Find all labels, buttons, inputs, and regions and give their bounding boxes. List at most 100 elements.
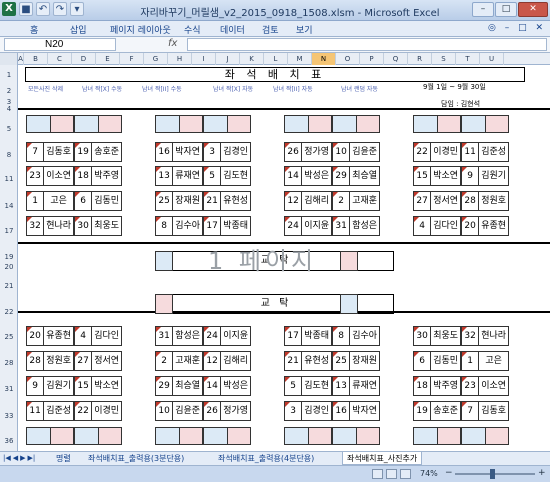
photo-slot[interactable] [26, 115, 74, 133]
photo-slot[interactable] [155, 427, 203, 445]
zoom-level[interactable]: 74% [420, 469, 438, 478]
seat[interactable]: 2 고재훈 [332, 191, 380, 211]
column-header-U[interactable]: U [480, 53, 504, 65]
manual-pair-x-button[interactable]: 남녀 짝[X] 수동 [82, 84, 122, 94]
row-header-36[interactable]: 36 [0, 437, 18, 445]
desk-photo-slot[interactable] [340, 294, 358, 314]
row-header-31[interactable]: 31 [0, 385, 18, 393]
undo-icon[interactable]: ↶ [36, 2, 50, 16]
seat[interactable]: 24 이지윤 [284, 216, 332, 236]
tab-home[interactable]: 홈 [30, 23, 38, 36]
column-header-D[interactable]: D [72, 53, 96, 65]
seat[interactable]: 32 현나라 [26, 216, 74, 236]
seat[interactable]: 27 정서연 [413, 191, 461, 211]
sheet-tab-4col[interactable]: 좌석배치표_출력용(4분단용) [214, 452, 318, 465]
tab-formulas[interactable]: 수식 [184, 23, 201, 36]
seat[interactable]: 11 김준성 [26, 401, 74, 421]
seat[interactable]: 22 이경민 [413, 142, 461, 162]
seat[interactable]: 5 김도현 [284, 376, 332, 396]
row-header-14[interactable]: 14 [0, 202, 18, 210]
column-header-Q[interactable]: Q [384, 53, 408, 65]
seat[interactable]: 12 김해리 [284, 191, 332, 211]
seat[interactable]: 31 함성은 [332, 216, 380, 236]
photo-slot[interactable] [74, 115, 122, 133]
name-box[interactable]: N20 [4, 38, 116, 51]
zoom-slider-track[interactable] [455, 473, 535, 475]
seat[interactable]: 14 박성은 [203, 376, 251, 396]
column-header-H[interactable]: H [168, 53, 192, 65]
row-header-11[interactable]: 11 [0, 175, 18, 183]
column-header-F[interactable]: F [120, 53, 144, 65]
photo-slot[interactable] [461, 115, 509, 133]
zoom-out-icon[interactable]: − [445, 468, 453, 478]
seat[interactable]: 29 최승열 [332, 166, 380, 186]
seat[interactable]: 28 정원호 [26, 351, 74, 371]
seat[interactable]: 19 송호준 [74, 142, 122, 162]
seat[interactable]: 10 김윤준 [155, 401, 203, 421]
row-header-1[interactable]: 1 [0, 71, 18, 79]
row-header-17[interactable]: 17 [0, 227, 18, 235]
row-header-19[interactable]: 19 [0, 253, 18, 261]
close-icon[interactable]: ✕ [518, 2, 548, 17]
select-all-corner[interactable] [0, 53, 18, 65]
photo-slot[interactable] [74, 427, 122, 445]
photo-slot[interactable] [284, 115, 332, 133]
first-sheet-icon[interactable]: |◀ [3, 454, 11, 462]
tab-view[interactable]: 보기 [296, 23, 313, 36]
column-header-L[interactable]: L [264, 53, 288, 65]
next-sheet-icon[interactable]: ▶ [20, 454, 25, 462]
row-header-2[interactable]: 2 [0, 87, 18, 95]
sheet-tab-3col[interactable]: 좌석배치표_출력용(3분단용) [84, 452, 188, 465]
ribbon-window-controls[interactable]: ◎ – □ ✕ [488, 23, 546, 33]
photo-slot[interactable] [461, 427, 509, 445]
seat[interactable]: 23 이소연 [26, 166, 74, 186]
page-break-view-icon[interactable] [400, 469, 411, 479]
seat[interactable]: 16 박자연 [155, 142, 203, 162]
seat[interactable]: 3 김경인 [203, 142, 251, 162]
seat[interactable]: 20 유종현 [461, 216, 509, 236]
seat[interactable]: 23 이소연 [461, 376, 509, 396]
seat[interactable]: 2 고재훈 [155, 351, 203, 371]
excel-logo-icon[interactable]: X [2, 2, 16, 16]
seat[interactable]: 1 고은 [461, 351, 509, 371]
seat[interactable]: 26 정가영 [284, 142, 332, 162]
row-header-22[interactable]: 22 [0, 308, 18, 316]
seat[interactable]: 30 최웅도 [74, 216, 122, 236]
photo-slot[interactable] [332, 115, 380, 133]
seat[interactable]: 15 박소연 [74, 376, 122, 396]
seat[interactable]: 10 김윤준 [332, 142, 380, 162]
save-icon[interactable]: ■ [19, 2, 33, 16]
seat[interactable]: 28 정원호 [461, 191, 509, 211]
column-header-G[interactable]: G [144, 53, 168, 65]
seat[interactable]: 9 김원기 [461, 166, 509, 186]
column-header-R[interactable]: R [408, 53, 432, 65]
seat[interactable]: 4 김다인 [413, 216, 461, 236]
seat[interactable]: 12 김해리 [203, 351, 251, 371]
column-header-K[interactable]: K [240, 53, 264, 65]
seat[interactable]: 8 김수아 [332, 326, 380, 346]
seat[interactable]: 7 김동호 [461, 401, 509, 421]
seat[interactable]: 29 최승열 [155, 376, 203, 396]
row-header-5[interactable]: 5 [0, 125, 18, 133]
seat[interactable]: 17 박종태 [203, 216, 251, 236]
seat[interactable]: 11 김준성 [461, 142, 509, 162]
seat[interactable]: 27 정서연 [74, 351, 122, 371]
zoom-slider-handle[interactable] [490, 469, 495, 479]
seat[interactable]: 6 김동민 [74, 191, 122, 211]
photo-slot[interactable] [26, 427, 74, 445]
seat[interactable]: 20 유종현 [26, 326, 74, 346]
seat[interactable]: 31 함성은 [155, 326, 203, 346]
desk-photo-slot[interactable] [155, 294, 173, 314]
tab-review[interactable]: 검토 [262, 23, 279, 36]
column-header-E[interactable]: E [96, 53, 120, 65]
manual-pair-ii-button[interactable]: 남녀 짝[II] 수동 [142, 84, 182, 94]
seat[interactable]: 24 이지윤 [203, 326, 251, 346]
tab-insert[interactable]: 삽입 [70, 23, 87, 36]
column-header-N[interactable]: N [312, 53, 336, 65]
column-header-S[interactable]: S [432, 53, 456, 65]
photo-slot[interactable] [203, 427, 251, 445]
redo-icon[interactable]: ↷ [53, 2, 67, 16]
photo-slot[interactable] [203, 115, 251, 133]
seat[interactable]: 15 박소연 [413, 166, 461, 186]
last-sheet-icon[interactable]: ▶| [28, 454, 36, 462]
